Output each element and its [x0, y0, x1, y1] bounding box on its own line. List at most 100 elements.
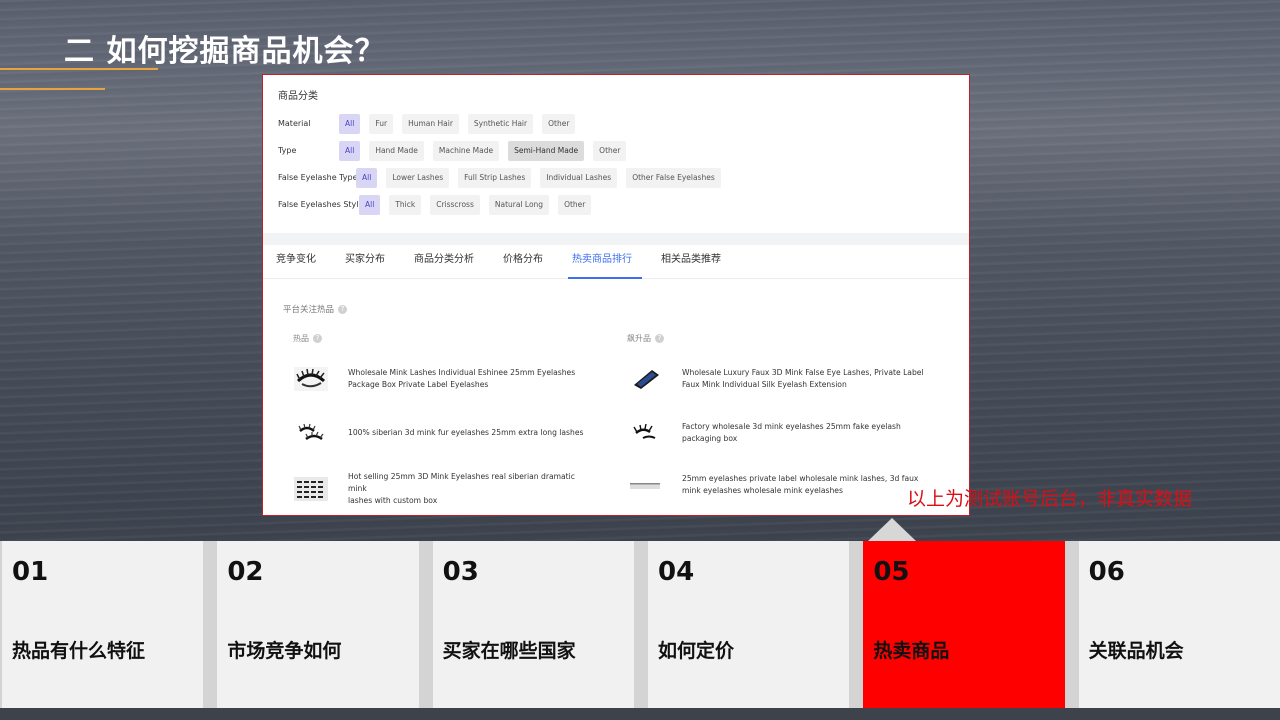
eyelash-icon: [628, 421, 662, 445]
eyelash-box-icon: [628, 473, 662, 497]
filter-chip[interactable]: Other False Eyelashes: [626, 167, 721, 188]
product-thumbnail: [293, 365, 329, 393]
tab-price[interactable]: 价格分布: [503, 245, 543, 278]
filter-chip[interactable]: Natural Long: [488, 194, 550, 215]
nav-card-04[interactable]: 04 如何定价: [647, 541, 850, 708]
list-item[interactable]: Wholesale Luxury Faux 3D Mink False Eye …: [627, 365, 937, 393]
product-title-line: lashes with custom box: [348, 496, 438, 505]
tab-category-analysis[interactable]: 商品分类分析: [414, 245, 474, 278]
product-thumbnail: [293, 475, 329, 503]
filter-label: False Eyelashes Style: [278, 200, 364, 209]
product-title-line: Faux Mink Individual Silk Eyelash Extens…: [682, 380, 847, 389]
product-title-line: packaging box: [682, 434, 738, 443]
nav-card-01[interactable]: 01 热品有什么特征: [2, 541, 204, 708]
nav-number: 06: [1088, 557, 1125, 587]
product-title-line: 25mm eyelashes private label wholesale m…: [682, 474, 919, 483]
product-title-line: mink eyelashes wholesale mink eyelashes: [682, 486, 843, 495]
active-pointer-triangle: [868, 518, 916, 541]
filter-chip[interactable]: Other: [558, 194, 592, 215]
help-icon[interactable]: ?: [338, 305, 348, 314]
list-item[interactable]: Wholesale Mink Lashes Individual Eshinee…: [293, 365, 596, 393]
product-title-line: Package Box Private Label Eyelashes: [348, 380, 489, 389]
product-thumbnail: [627, 471, 663, 499]
product-title-line: Wholesale Mink Lashes Individual Eshinee…: [348, 368, 576, 377]
nav-label: 买家在哪些国家: [442, 640, 576, 662]
filter-label: Material: [278, 119, 311, 128]
filter-row-material: Material All Fur Human Hair Synthetic Ha…: [278, 110, 953, 137]
section-title: 平台关注热品?: [283, 303, 348, 315]
filter-chip[interactable]: Other: [593, 140, 627, 161]
filter-heading: 商品分类: [278, 91, 318, 102]
bottom-strip: [0, 708, 1280, 720]
help-icon[interactable]: ?: [655, 334, 664, 343]
filter-chip[interactable]: Individual Lashes: [540, 167, 618, 188]
tab-hot-products[interactable]: 热卖商品排行: [568, 245, 642, 279]
filter-label: False Eyelashe Type: [278, 173, 358, 182]
filter-row-type: Type All Hand Made Machine Made Semi-Han…: [278, 137, 953, 164]
nav-label: 如何定价: [657, 640, 734, 662]
filter-chip[interactable]: Hand Made: [369, 140, 424, 161]
list-item[interactable]: Factory wholesale 3d mink eyelashes 25mm…: [627, 419, 937, 447]
rising-column-title: 飙升品?: [627, 333, 664, 344]
filter-chip[interactable]: All: [339, 140, 361, 161]
nav-label: 热品有什么特征: [12, 640, 146, 662]
eyelash-tray-icon: [294, 477, 328, 501]
hot-column-title: 热品?: [293, 333, 322, 344]
filter-chip[interactable]: Thick: [389, 194, 422, 215]
section-title-text: 平台关注热品: [283, 305, 335, 315]
tab-competition[interactable]: 竞争变化: [276, 245, 316, 278]
eyelash-icon: [294, 367, 328, 391]
nav-number: 01: [12, 557, 49, 587]
nav-number: 02: [227, 557, 264, 587]
product-title-line: 100% siberian 3d mink fur eyelashes 25mm…: [348, 428, 584, 437]
list-item[interactable]: 100% siberian 3d mink fur eyelashes 25mm…: [293, 419, 596, 447]
filter-label: Type: [278, 146, 297, 155]
nav-label: 关联品机会: [1088, 640, 1184, 662]
product-thumbnail: [293, 419, 329, 447]
eyelash-icon: [294, 421, 328, 445]
title-underline: [0, 68, 158, 70]
eyelash-box-icon: [628, 367, 662, 391]
filter-row-eyelash-type: False Eyelashe Type All Lower Lashes Ful…: [278, 164, 953, 191]
filter-chip[interactable]: Fur: [369, 113, 394, 134]
product-title-line: Wholesale Luxury Faux 3D Mink False Eye …: [682, 368, 924, 377]
list-item[interactable]: 25mm eyelashes private label wholesale m…: [627, 471, 937, 499]
filter-chip[interactable]: Other: [542, 113, 576, 134]
filter-chip[interactable]: Full Strip Lashes: [458, 167, 532, 188]
filter-chip[interactable]: All: [356, 167, 378, 188]
nav-card-02[interactable]: 02 市场竞争如何: [217, 541, 419, 708]
slide-title: 二 如何挖掘商品机会？: [64, 34, 386, 69]
analysis-tabs: 竞争变化 买家分布 商品分类分析 价格分布 热卖商品排行 相关品类推荐: [263, 245, 969, 279]
hot-column-title-text: 热品: [293, 334, 309, 343]
filter-row-eyelash-style: False Eyelashes Style All Thick Crisscro…: [278, 191, 953, 218]
product-title-line: Hot selling 25mm 3D Mink Eyelashes real …: [348, 472, 575, 493]
nav-number: 04: [657, 557, 695, 587]
nav-card-05-active[interactable]: 05 热卖商品: [863, 541, 1065, 708]
filter-chip[interactable]: Lower Lashes: [386, 167, 450, 188]
product-title-line: Factory wholesale 3d mink eyelashes 25mm…: [682, 422, 901, 431]
nav-label: 市场竞争如何: [227, 640, 342, 662]
nav-card-03[interactable]: 03 买家在哪些国家: [432, 541, 634, 708]
disclaimer-note: 以上为测试账号后台，非真实数据: [907, 488, 1193, 510]
filter-chip[interactable]: Machine Made: [432, 140, 500, 161]
filter-chip[interactable]: All: [359, 194, 381, 215]
help-icon[interactable]: ?: [313, 334, 322, 343]
filter-chip[interactable]: Synthetic Hair: [467, 113, 534, 134]
tab-related-categories[interactable]: 相关品类推荐: [661, 245, 721, 278]
product-thumbnail: [627, 419, 663, 447]
filter-chip[interactable]: Crisscross: [430, 194, 480, 215]
nav-number: 05: [873, 557, 910, 587]
rising-column-title-text: 飙升品: [627, 334, 651, 343]
filter-chip[interactable]: Human Hair: [402, 113, 459, 134]
section-nav: 01 热品有什么特征 02 市场竞争如何 03 买家在哪些国家 04 如何定价 …: [0, 541, 1280, 708]
nav-label: 热卖商品: [873, 640, 950, 662]
tab-buyers[interactable]: 买家分布: [345, 245, 385, 278]
panel-divider: [263, 233, 969, 245]
category-filter-panel: 商品分类 Material All Fur Human Hair Synthet…: [263, 75, 969, 233]
list-item[interactable]: Hot selling 25mm 3D Mink Eyelashes real …: [293, 471, 596, 507]
filter-chip[interactable]: All: [339, 113, 361, 134]
backend-screenshot: 商品分类 Material All Fur Human Hair Synthet…: [262, 74, 970, 516]
nav-card-06[interactable]: 06 关联品机会: [1078, 541, 1280, 708]
product-thumbnail: [627, 365, 663, 393]
filter-chip-selected[interactable]: Semi-Hand Made: [508, 140, 585, 161]
